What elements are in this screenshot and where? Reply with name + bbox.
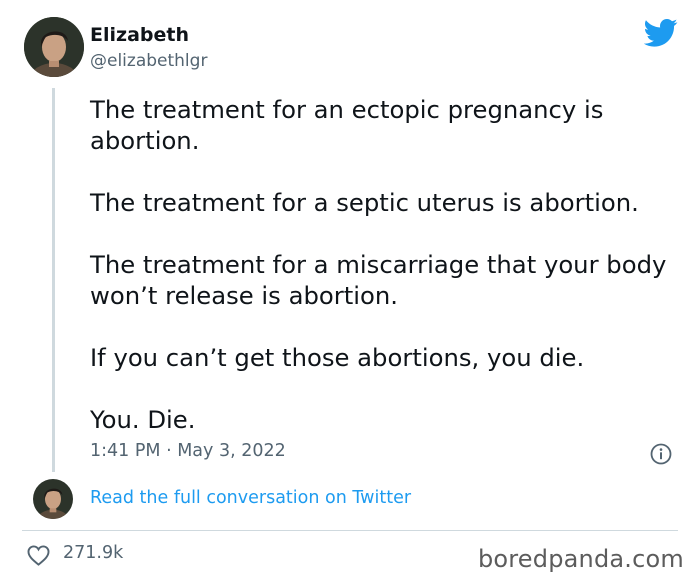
like-count[interactable]: 271.9k (63, 543, 127, 563)
avatar-portrait-icon (33, 479, 73, 519)
thread-line (52, 88, 55, 472)
avatar-portrait-icon (24, 17, 84, 77)
read-conversation-link[interactable]: Read the full conversation on Twitter (90, 488, 411, 508)
author-name[interactable]: Elizabeth (90, 24, 189, 46)
tweet-paragraph: The treatment for a septic uterus is abo… (90, 188, 639, 217)
info-icon[interactable] (650, 443, 672, 465)
tweet-paragraph: The treatment for an ectopic pregnancy i… (90, 95, 604, 155)
divider (22, 530, 678, 531)
conversation-avatar[interactable] (33, 479, 73, 519)
author-handle[interactable]: @elizabethlgr (90, 51, 207, 71)
watermark: boredpanda.com (477, 545, 684, 573)
heart-icon[interactable] (27, 545, 50, 566)
tweet-paragraph: If you can’t get those abortions, you di… (90, 343, 585, 372)
tweet-paragraph: You. Die. (90, 405, 196, 434)
tweet-timestamp[interactable]: 1:41 PM · May 3, 2022 (90, 441, 286, 461)
tweet-body: The treatment for an ectopic pregnancy i… (90, 94, 680, 435)
tweet-paragraph: The treatment for a miscarriage that you… (90, 250, 667, 310)
twitter-bird-icon[interactable] (644, 18, 678, 48)
author-avatar[interactable] (24, 17, 84, 77)
